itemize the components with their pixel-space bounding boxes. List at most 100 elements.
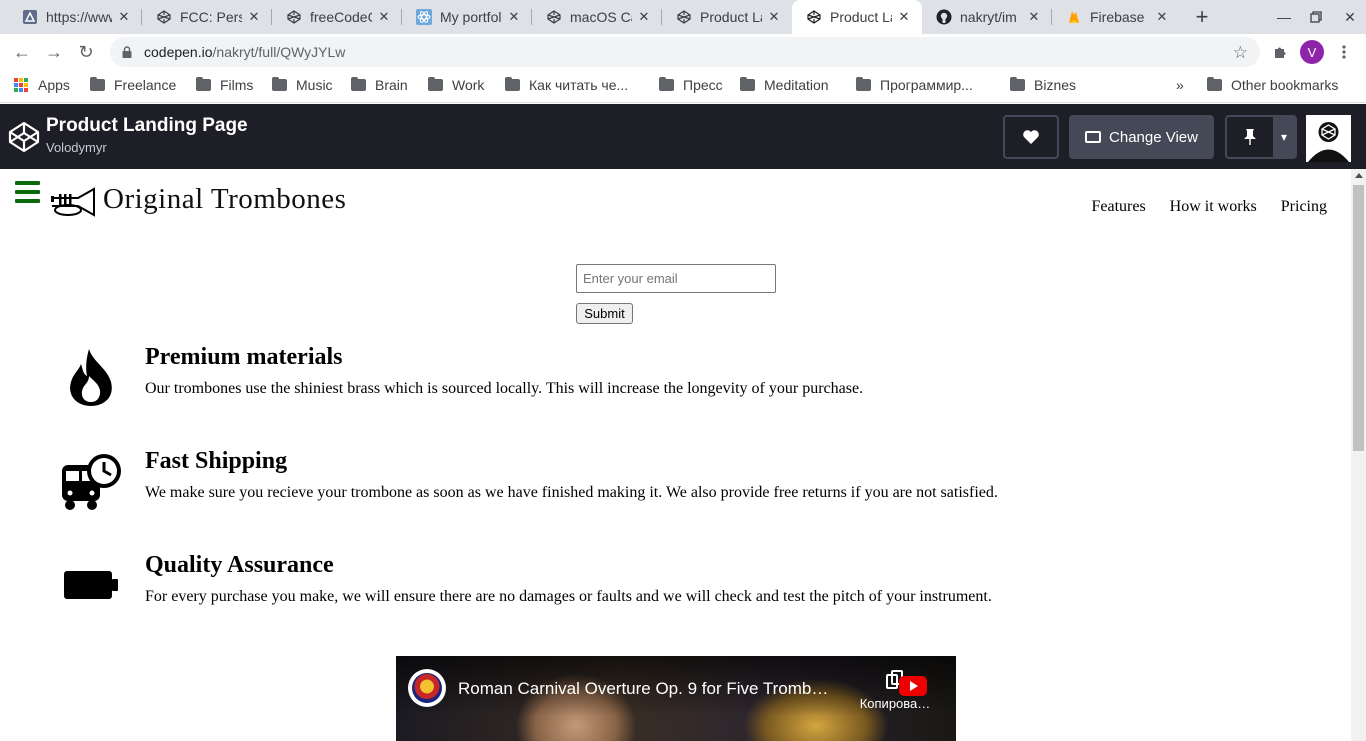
folder-icon: [505, 77, 521, 92]
bookmark-star-icon[interactable]: ☆: [1233, 43, 1248, 63]
url-host: codepen.io: [144, 44, 213, 60]
bookmark-other[interactable]: Other bookmarks: [1207, 77, 1338, 93]
folder-icon: [1010, 77, 1026, 92]
like-button[interactable]: [1003, 115, 1059, 159]
menu-kebab-icon[interactable]: [1334, 42, 1354, 62]
tab-8[interactable]: nakryt/im ✕: [922, 0, 1052, 34]
close-tab-icon[interactable]: ✕: [1154, 9, 1170, 25]
pin-dropdown-button[interactable]: ▾: [1273, 117, 1295, 157]
hamburger-menu-icon[interactable]: [15, 181, 40, 203]
scrollbar-thumb[interactable]: [1353, 185, 1364, 451]
tab-2[interactable]: FCC: Personal ✕: [142, 0, 272, 34]
tab-title: Product Landing: [830, 9, 892, 25]
tab-7-active[interactable]: Product Landing ✕: [792, 0, 922, 34]
bookmark-label: Work: [452, 77, 485, 93]
address-bar[interactable]: codepen.io/nakryt/full/QWyJYLw ☆: [110, 37, 1260, 67]
channel-avatar[interactable]: [408, 669, 446, 707]
bookmark-brain[interactable]: Brain: [351, 77, 408, 93]
close-tab-icon[interactable]: ✕: [506, 9, 522, 25]
fire-icon: [60, 346, 122, 408]
nav-link-pricing[interactable]: Pricing: [1281, 198, 1327, 216]
bookmark-apps[interactable]: Apps: [14, 77, 70, 93]
bookmark-press[interactable]: Пресс: [659, 77, 723, 93]
folder-icon: [1207, 77, 1223, 92]
bookmark-biznes[interactable]: Biznes: [1010, 77, 1076, 93]
lock-icon[interactable]: [120, 45, 134, 59]
feature-title: Premium materials: [145, 344, 343, 370]
user-avatar[interactable]: [1306, 115, 1351, 162]
close-window-button[interactable]: ✕: [1334, 0, 1366, 34]
tab-title: macOS Calc: [570, 9, 632, 25]
codepen-icon: [806, 9, 822, 25]
bookmark-films[interactable]: Films: [196, 77, 253, 93]
bookmark-kak-chitat[interactable]: Как читать че...: [505, 77, 628, 93]
nav-link-features[interactable]: Features: [1091, 198, 1145, 216]
youtube-play-icon[interactable]: [899, 676, 927, 696]
profile-avatar[interactable]: V: [1300, 40, 1324, 64]
close-tab-icon[interactable]: ✕: [116, 9, 132, 25]
minimize-button[interactable]: —: [1268, 0, 1300, 34]
change-view-label: Change View: [1109, 128, 1198, 146]
tab-title: nakryt/im: [960, 9, 1017, 25]
close-tab-icon[interactable]: ✕: [376, 9, 392, 25]
site-brand[interactable]: Original Trombones: [103, 183, 346, 216]
forward-button[interactable]: →: [40, 38, 68, 66]
bookmark-meditation[interactable]: Meditation: [740, 77, 829, 93]
scroll-up-arrow-icon[interactable]: [1355, 173, 1363, 178]
trumpet-logo-icon: [51, 187, 95, 217]
bookmark-music[interactable]: Music: [272, 77, 333, 93]
codepen-logo-icon[interactable]: [8, 121, 40, 153]
reload-button[interactable]: ↻: [72, 38, 100, 66]
folder-icon: [90, 77, 106, 92]
tab-title: FCC: Personal: [180, 9, 242, 25]
tab-3[interactable]: freeCodeCamp ✕: [272, 0, 402, 34]
pin-button[interactable]: [1227, 117, 1273, 157]
bookmark-label: Meditation: [764, 77, 829, 93]
pin-icon: [1244, 129, 1256, 145]
tab-4[interactable]: My portfolio ✕: [402, 0, 532, 34]
nav-link-how-it-works[interactable]: How it works: [1170, 198, 1257, 216]
bookmark-work[interactable]: Work: [428, 77, 484, 93]
extensions-puzzle-icon[interactable]: [1270, 42, 1290, 62]
shuttle-van-clock-icon: [60, 450, 122, 512]
new-tab-button[interactable]: +: [1190, 4, 1214, 29]
video-title[interactable]: Roman Carnival Overture Op. 9 for Five T…: [458, 679, 828, 699]
submit-button[interactable]: Submit: [576, 303, 633, 324]
pen-author[interactable]: Volodymyr: [46, 140, 107, 155]
tab-6[interactable]: Product Landing ✕: [662, 0, 792, 34]
tab-9[interactable]: Firebase ✕: [1052, 0, 1180, 34]
back-button[interactable]: ←: [8, 38, 36, 66]
close-tab-icon[interactable]: ✕: [896, 9, 912, 25]
site-nav: Features How it works Pricing: [1091, 198, 1327, 216]
react-icon: [416, 9, 432, 25]
bookmark-label: Other bookmarks: [1231, 77, 1339, 93]
bookmarks-overflow-button[interactable]: »: [1176, 77, 1184, 93]
bookmarks-bar: Apps Freelance Films Music Brain Work Ка…: [0, 70, 1366, 103]
pin-button-group: ▾: [1225, 115, 1297, 159]
chevron-down-icon: ▾: [1280, 130, 1288, 144]
codepen-icon: [286, 9, 302, 25]
folder-icon: [428, 77, 444, 92]
bookmark-label: Freelance: [114, 77, 177, 93]
arrow-left-icon: ←: [13, 41, 31, 62]
pen-title[interactable]: Product Landing Page: [46, 115, 248, 137]
close-tab-icon[interactable]: ✕: [246, 9, 262, 25]
bookmark-label: Пресс: [683, 77, 723, 93]
tab-5[interactable]: macOS Calc ✕: [532, 0, 662, 34]
close-tab-icon[interactable]: ✕: [636, 9, 652, 25]
youtube-video-embed[interactable]: Roman Carnival Overture Op. 9 for Five T…: [396, 656, 956, 741]
bookmark-freelance[interactable]: Freelance: [90, 77, 176, 93]
tab-1[interactable]: https://www. ✕: [8, 0, 142, 34]
bookmark-programming[interactable]: Программир...: [856, 77, 973, 93]
email-input[interactable]: [576, 264, 776, 293]
heart-icon: [1023, 130, 1039, 144]
change-view-button[interactable]: Change View: [1069, 115, 1214, 159]
arrow-right-icon: →: [45, 41, 63, 62]
firebase-icon: [1066, 9, 1082, 25]
close-tab-icon[interactable]: ✕: [1026, 9, 1042, 25]
close-tab-icon[interactable]: ✕: [766, 9, 782, 25]
tab-title: My portfolio: [440, 9, 502, 25]
restore-button[interactable]: [1300, 0, 1332, 34]
feature-text: Our trombones use the shiniest brass whi…: [145, 380, 864, 397]
page-scrollbar[interactable]: [1351, 169, 1366, 741]
